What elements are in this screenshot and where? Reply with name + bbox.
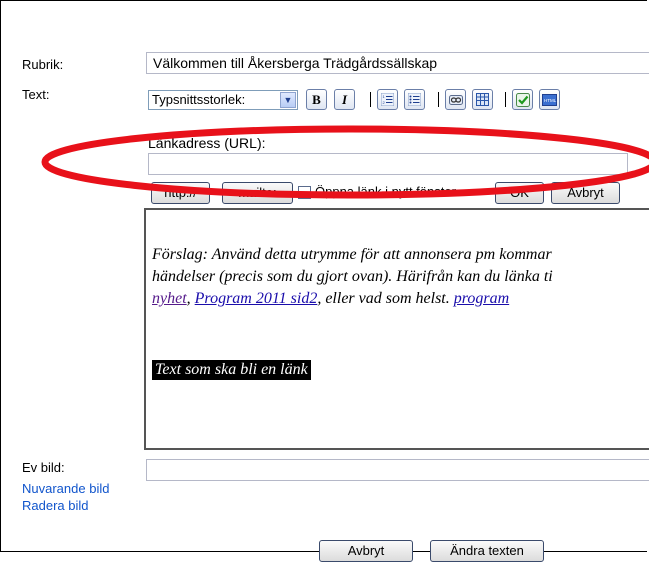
url-input[interactable] bbox=[148, 153, 628, 175]
selected-text[interactable]: Text som ska bli en länk bbox=[152, 360, 311, 380]
rubrik-label: Rubrik: bbox=[22, 57, 64, 72]
cancel-button[interactable]: Avbryt bbox=[319, 540, 413, 562]
toolbar-separator bbox=[438, 92, 439, 107]
svg-text:HTML: HTML bbox=[544, 98, 557, 103]
link-icon bbox=[448, 95, 463, 105]
link-program-2011[interactable]: Program 2011 sid2 bbox=[195, 290, 318, 307]
rich-text-editor[interactable]: Förslag: Använd detta utrymme för att an… bbox=[144, 208, 649, 450]
image-input[interactable] bbox=[146, 459, 649, 481]
editor-text-fragment: , bbox=[186, 290, 195, 307]
font-size-select-label: Typsnittsstorlek: bbox=[152, 92, 246, 107]
toolbar-separator bbox=[370, 92, 371, 107]
delete-image-link[interactable]: Radera bild bbox=[22, 498, 89, 513]
font-size-select[interactable]: Typsnittsstorlek: ▼ bbox=[148, 90, 298, 110]
bold-button[interactable]: B bbox=[306, 89, 327, 110]
toolbar-separator bbox=[505, 92, 506, 107]
check-button[interactable] bbox=[512, 89, 533, 110]
link-cancel-button[interactable]: Avbryt bbox=[551, 182, 620, 204]
html-button[interactable]: HTML bbox=[539, 89, 560, 110]
url-label: Länkadress (URL): bbox=[148, 135, 266, 151]
new-window-checkbox[interactable] bbox=[298, 186, 311, 199]
editor-content: Förslag: Använd detta utrymme för att an… bbox=[152, 244, 649, 310]
link-button[interactable] bbox=[445, 89, 466, 110]
table-icon bbox=[476, 93, 489, 106]
ev-bild-label: Ev bild: bbox=[22, 460, 65, 475]
ordered-list-button[interactable]: 1 2 bbox=[377, 89, 398, 110]
link-program[interactable]: program bbox=[454, 290, 509, 307]
http-button[interactable]: http:// bbox=[151, 182, 210, 204]
ordered-list-icon: 1 2 bbox=[380, 92, 395, 107]
new-window-label: Öppna länk i nytt fönster bbox=[315, 184, 456, 199]
ok-button[interactable]: OK bbox=[495, 182, 544, 204]
italic-button[interactable]: I bbox=[334, 89, 355, 110]
html-icon: HTML bbox=[542, 94, 557, 106]
link-nyhet[interactable]: nyhet bbox=[152, 290, 187, 307]
editor-line: Förslag: Använd detta utrymme för att an… bbox=[152, 246, 552, 263]
table-button[interactable] bbox=[472, 89, 493, 110]
unordered-list-button[interactable] bbox=[404, 89, 425, 110]
editor-text-fragment: , eller vad som helst. bbox=[317, 290, 454, 307]
editor-line: händelser (precis som du gjort ovan). Hä… bbox=[152, 268, 553, 285]
editor-line: nyhet, Program 2011 sid2, eller vad som … bbox=[152, 288, 649, 310]
rubrik-input[interactable]: Välkommen till Åkersberga Trädgårdssälls… bbox=[146, 52, 649, 74]
save-text-button[interactable]: Ändra texten bbox=[430, 540, 544, 562]
text-label: Text: bbox=[22, 87, 50, 102]
chevron-down-icon: ▼ bbox=[280, 92, 296, 108]
unordered-list-icon bbox=[407, 92, 422, 107]
current-image-link[interactable]: Nuvarande bild bbox=[22, 481, 109, 496]
check-icon bbox=[515, 93, 530, 107]
mailto-button[interactable]: mailto: bbox=[222, 182, 293, 204]
